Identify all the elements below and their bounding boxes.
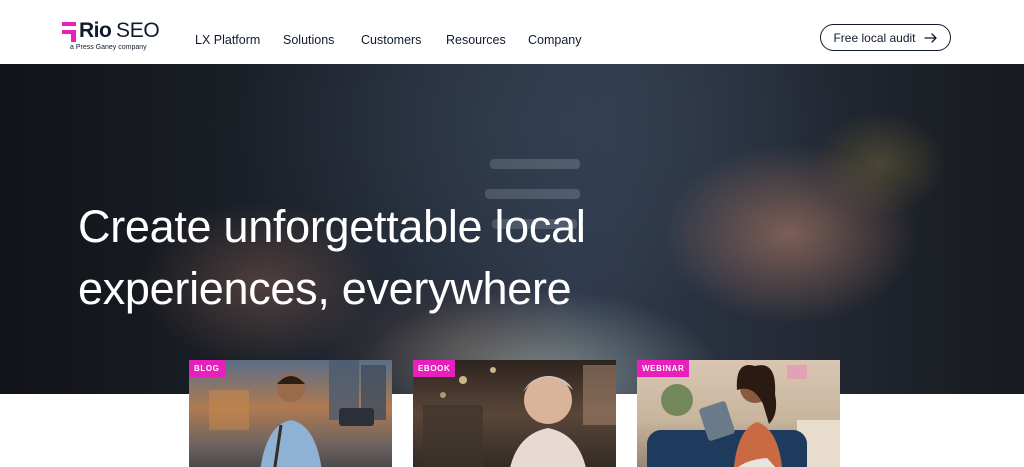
logo-text-rio: Rio bbox=[79, 19, 112, 42]
nav-item-lx-platform[interactable]: LX Platform bbox=[195, 33, 260, 47]
logo-tagline: a Press Ganey company bbox=[70, 44, 147, 51]
logo-text-seo: SEO bbox=[116, 19, 160, 42]
webinar-badge: WEBINAR bbox=[637, 360, 690, 377]
resource-card-ebook[interactable]: EBOOK bbox=[413, 360, 616, 467]
hero-headline: Create unforgettable local experiences, … bbox=[78, 196, 718, 320]
hero-headline-line-2: experiences, everywhere bbox=[78, 263, 572, 314]
nav-item-resources[interactable]: Resources bbox=[446, 33, 506, 47]
hero-headline-line-1: Create unforgettable local bbox=[78, 201, 586, 252]
hero-banner: Create unforgettable local experiences, … bbox=[0, 64, 1024, 394]
nav-item-customers[interactable]: Customers bbox=[361, 33, 421, 47]
site-header: Rio SEO a Press Ganey company LX Platfor… bbox=[0, 0, 1024, 64]
ebook-badge: EBOOK bbox=[413, 360, 456, 377]
rio-seo-logo[interactable]: Rio SEO a Press Ganey company bbox=[62, 19, 172, 54]
free-local-audit-label: Free local audit bbox=[833, 30, 916, 45]
nav-item-company[interactable]: Company bbox=[528, 33, 582, 47]
logo-mark-icon bbox=[62, 22, 76, 42]
free-local-audit-button[interactable]: Free local audit bbox=[820, 24, 951, 51]
blog-badge: BLOG bbox=[189, 360, 225, 377]
arrow-right-icon bbox=[923, 32, 937, 43]
resource-card-blog[interactable]: BLOG bbox=[189, 360, 392, 467]
resource-card-webinar[interactable]: WEBINAR bbox=[637, 360, 840, 467]
nav-item-solutions[interactable]: Solutions bbox=[283, 33, 334, 47]
